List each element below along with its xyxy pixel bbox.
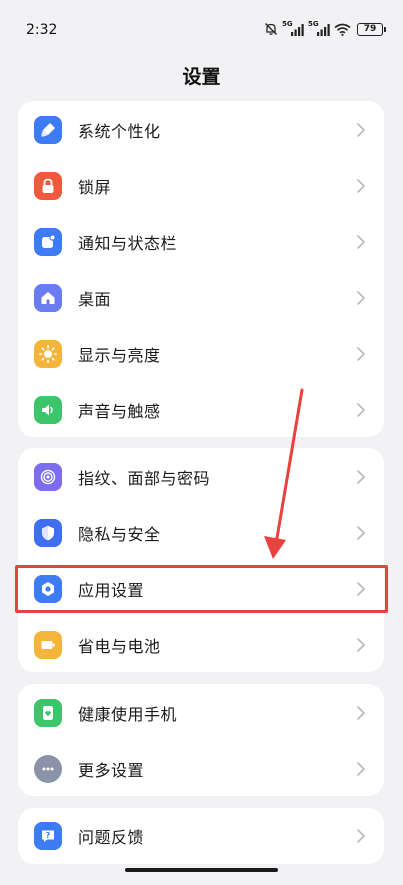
settings-item-digital-wellbeing[interactable]: 健康使用手机 [18, 685, 384, 741]
signal-icon-2: 5G [308, 20, 330, 36]
settings-item-label: 锁屏 [78, 178, 112, 197]
chevron-right-icon [357, 582, 366, 596]
settings-item-label: 问题反馈 [78, 828, 145, 847]
chevron-right-icon [357, 470, 366, 484]
chevron-right-icon [357, 638, 366, 652]
settings-item-feedback[interactable]: ? 问题反馈 [18, 808, 384, 864]
chevron-right-icon [357, 403, 366, 417]
settings-item-privacy[interactable]: 隐私与安全 [18, 505, 384, 561]
status-time: 2:32 [26, 22, 58, 38]
settings-item-desktop[interactable]: 桌面 [18, 270, 384, 326]
chevron-right-icon [357, 829, 366, 843]
svg-text:?: ? [46, 831, 51, 840]
settings-group-2: 指纹、面部与密码 隐私与安全 应用设置 省电与电池 [18, 448, 384, 672]
wifi-icon [334, 23, 351, 36]
more-icon [34, 755, 62, 783]
signal-icon: 5G [282, 20, 304, 36]
page-title: 设置 [182, 66, 221, 88]
shield-icon [34, 519, 62, 547]
settings-item-label: 声音与触感 [78, 402, 161, 421]
feedback-icon: ? [34, 822, 62, 850]
battery-icon [34, 631, 62, 659]
brush-icon [34, 116, 62, 144]
sun-icon [34, 340, 62, 368]
lock-icon [34, 172, 62, 200]
settings-item-more-settings[interactable]: 更多设置 [18, 741, 384, 797]
home-icon [34, 284, 62, 312]
signal-5g-label: 5G [282, 20, 293, 28]
chevron-right-icon [357, 347, 366, 361]
chevron-right-icon [357, 706, 366, 720]
settings-item-label: 省电与电池 [78, 637, 161, 656]
settings-item-label: 隐私与安全 [78, 525, 161, 544]
settings-item-sound[interactable]: 声音与触感 [18, 382, 384, 438]
chevron-right-icon [357, 123, 366, 137]
settings-group-3: 健康使用手机 更多设置 [18, 684, 384, 796]
settings-item-label: 更多设置 [78, 761, 145, 780]
chevron-right-icon [357, 235, 366, 249]
fingerprint-icon [34, 463, 62, 491]
settings-item-battery[interactable]: 省电与电池 [18, 617, 384, 673]
settings-item-label: 应用设置 [78, 581, 145, 600]
settings-item-notifications[interactable]: 通知与状态栏 [18, 214, 384, 270]
settings-item-label: 系统个性化 [78, 122, 161, 141]
settings-item-display[interactable]: 显示与亮度 [18, 326, 384, 382]
settings-item-label: 通知与状态栏 [78, 234, 178, 253]
notification-icon [34, 228, 62, 256]
app-settings-icon [34, 575, 62, 603]
settings-item-app-settings[interactable]: 应用设置 [18, 561, 384, 617]
settings-item-label: 桌面 [78, 290, 112, 309]
chevron-right-icon [357, 291, 366, 305]
chevron-right-icon [357, 762, 366, 776]
settings-item-label: 指纹、面部与密码 [78, 469, 211, 488]
settings-item-lock-screen[interactable]: 锁屏 [18, 158, 384, 214]
battery-indicator: 79 [357, 22, 386, 36]
status-bar: 2:32 5G 5G 79 [0, 0, 403, 60]
settings-group-4: ? 问题反馈 [18, 808, 384, 864]
signal-5g-label-2: 5G [308, 20, 319, 28]
settings-item-personalization[interactable]: 系统个性化 [18, 102, 384, 158]
settings-group-1: 系统个性化 锁屏 通知与状态栏 桌面 显示与亮度 声音与触感 [18, 101, 384, 437]
mute-bell-icon [264, 22, 278, 36]
health-phone-icon [34, 699, 62, 727]
chevron-right-icon [357, 179, 366, 193]
status-icons: 5G 5G 79 [264, 20, 386, 36]
settings-item-label: 显示与亮度 [78, 346, 161, 365]
chevron-right-icon [357, 526, 366, 540]
speaker-icon [34, 396, 62, 424]
settings-item-biometrics[interactable]: 指纹、面部与密码 [18, 449, 384, 505]
settings-item-label: 健康使用手机 [78, 705, 178, 724]
home-indicator[interactable] [125, 868, 278, 872]
